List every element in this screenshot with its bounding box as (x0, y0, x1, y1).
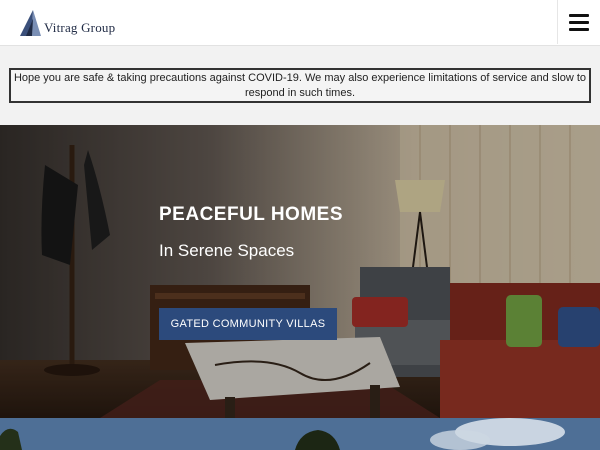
menu-bar (569, 27, 589, 31)
menu-bar (569, 13, 589, 17)
landscape-photo (0, 418, 600, 450)
notice-section: Hope you are safe & taking precautions a… (0, 46, 600, 125)
hero-title: PEACEFUL HOMES (159, 204, 344, 225)
gated-community-villas-button[interactable]: GATED COMMUNITY VILLAS (159, 308, 337, 340)
menu-bar (569, 20, 589, 24)
next-section-image (0, 418, 600, 450)
hamburger-menu-button[interactable] (557, 0, 600, 44)
site-header: Vitrag Group (0, 0, 600, 46)
brand-logo[interactable]: Vitrag Group (18, 9, 115, 37)
brand-name: Vitrag Group (44, 20, 116, 35)
vitrag-logo-mark-icon (20, 10, 41, 36)
covid-notice: Hope you are safe & taking precautions a… (9, 68, 591, 103)
hero-banner: PEACEFUL HOMES In Serene Spaces GATED CO… (0, 125, 600, 418)
living-room-photo (0, 125, 600, 418)
hero-subtitle: In Serene Spaces (159, 241, 295, 260)
